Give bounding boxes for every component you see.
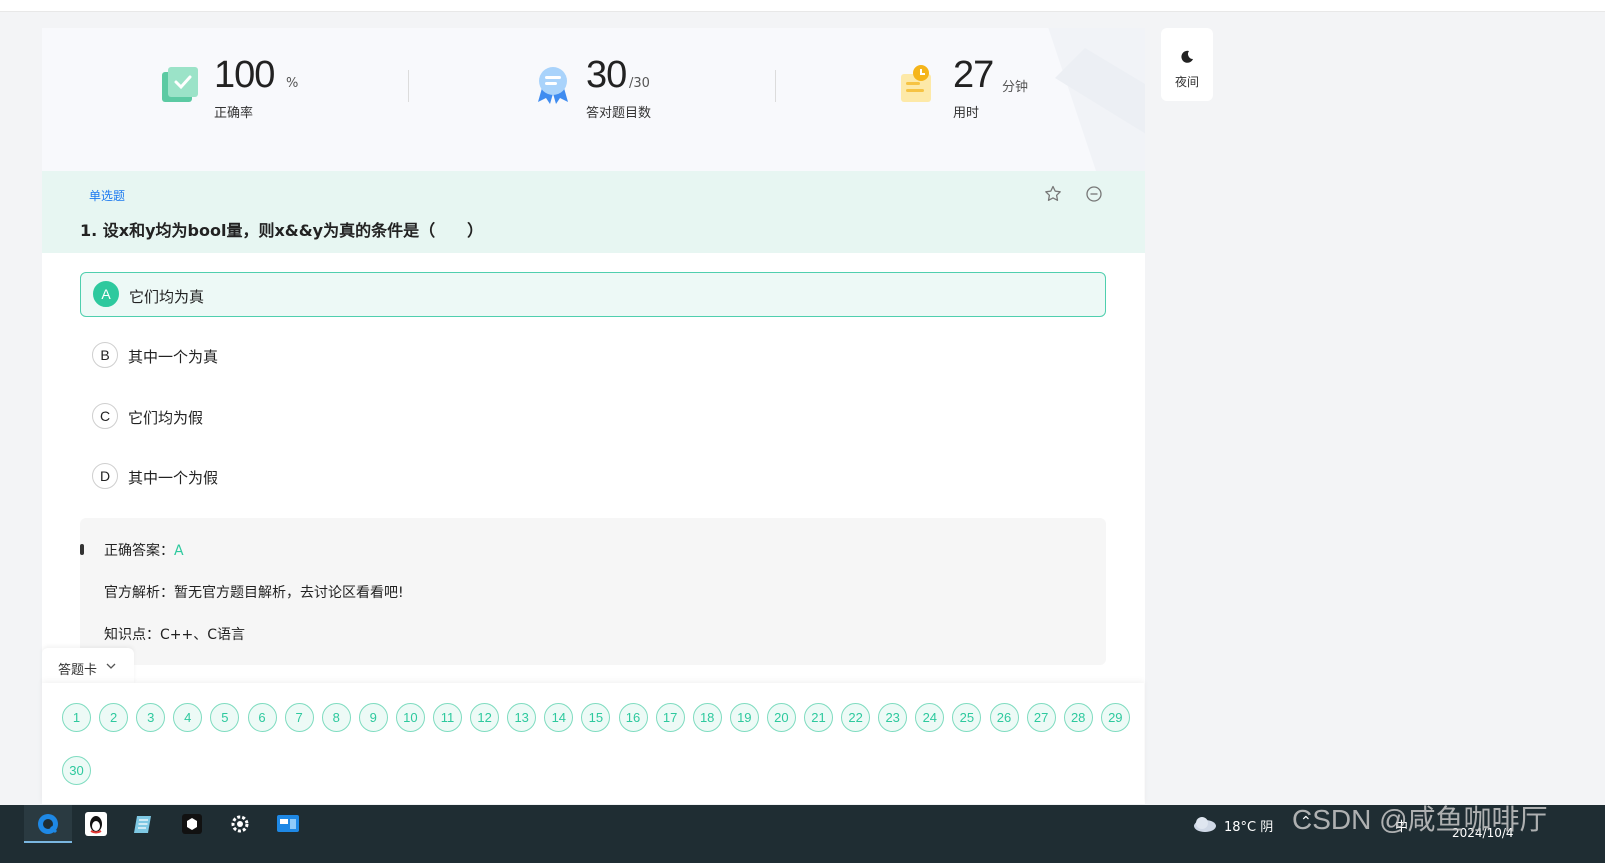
taskbar-settings[interactable]	[216, 805, 264, 843]
question-title: 1. 设x和y均为bool量，则x&&y为真的条件是（ ）	[80, 221, 484, 240]
taskbar-qq[interactable]	[72, 805, 120, 843]
answer-sheet-number[interactable]: 6	[247, 703, 277, 732]
minus-circle-icon[interactable]	[1085, 185, 1103, 203]
taskbar-box-app[interactable]	[168, 805, 216, 843]
option-c[interactable]: C 它们均为假	[80, 394, 1106, 439]
option-text: 它们均为真	[129, 288, 205, 306]
gear-icon	[231, 815, 249, 833]
time-unit: 分钟	[1002, 80, 1029, 95]
check-book-icon	[162, 67, 198, 102]
option-letter: A	[93, 281, 119, 307]
stat-time-used: 27 分钟 用时	[899, 54, 1099, 124]
answer-sheet-number[interactable]: 8	[321, 703, 351, 732]
answer-analysis-panel: 正确答案：A 官方解析：暂无官方题目解析，去讨论区看看吧! 知识点：C++、C语…	[80, 518, 1106, 665]
answer-sheet-number[interactable]: 14	[544, 703, 574, 732]
option-d[interactable]: D 其中一个为假	[80, 454, 1106, 499]
chevron-down-icon	[106, 663, 116, 669]
question-type-tag: 单选题	[89, 189, 126, 203]
answer-sheet-number[interactable]: 19	[729, 703, 759, 732]
window-app-icon	[277, 815, 299, 832]
answer-sheet-number[interactable]: 12	[470, 703, 500, 732]
answer-sheet-number[interactable]: 26	[989, 703, 1019, 732]
clock-folder-icon	[901, 65, 931, 102]
correct-answer-value: A	[174, 543, 184, 559]
time-label: 用时	[953, 106, 980, 121]
weather-text[interactable]: 18°C 阴	[1224, 816, 1273, 835]
answer-sheet-number[interactable]: 1	[62, 703, 91, 732]
correct-answer-label: 正确答案：	[104, 543, 174, 559]
browser-top-strip	[0, 0, 1605, 12]
answer-sheet-number[interactable]: 9	[358, 703, 388, 732]
option-text: 其中一个为假	[128, 469, 219, 487]
night-mode-button[interactable]: 夜间	[1161, 28, 1213, 101]
taskbar-browser[interactable]	[24, 805, 72, 843]
accuracy-unit: %	[286, 76, 299, 91]
answer-sheet-number[interactable]: 3	[136, 703, 166, 732]
accuracy-label: 正确率	[214, 106, 254, 121]
answer-sheet-label: 答题卡	[58, 663, 98, 678]
stat-accuracy: 100 % 正确率	[160, 54, 360, 124]
answer-sheet-number[interactable]: 23	[878, 703, 908, 732]
accuracy-value: 100	[214, 54, 275, 96]
option-text: 其中一个为真	[128, 348, 219, 366]
option-letter: C	[92, 403, 118, 429]
answer-sheet-number[interactable]: 18	[692, 703, 722, 732]
answer-sheet-number[interactable]: 28	[1063, 703, 1093, 732]
knowledge-points: 知识点：C++、C语言	[104, 627, 246, 643]
answer-sheet-number[interactable]: 5	[210, 703, 240, 732]
answer-sheet-number[interactable]: 27	[1026, 703, 1056, 732]
taskbar-notepad[interactable]	[120, 805, 168, 843]
answer-sheet-number[interactable]: 10	[395, 703, 425, 732]
answer-sheet-number[interactable]: 25	[952, 703, 982, 732]
divider	[775, 70, 776, 102]
correct-label: 答对题目数	[586, 106, 652, 121]
option-letter: B	[92, 342, 118, 368]
browser-icon	[38, 814, 58, 834]
taskbar-window-app[interactable]	[264, 805, 312, 843]
night-mode-label: 夜间	[1174, 75, 1199, 89]
stats-banner: 100 % 正确率 30 /30 答对题目数 27 分钟 用时	[42, 28, 1145, 171]
qq-penguin-icon	[85, 812, 107, 836]
stat-correct-count: 30 /30 答对题目数	[532, 54, 732, 124]
answer-sheet-number[interactable]: 7	[284, 703, 314, 732]
correct-unit: /30	[629, 76, 650, 91]
answer-sheet-number[interactable]: 16	[618, 703, 648, 732]
correct-answer-line: 正确答案：A	[104, 540, 184, 560]
option-b[interactable]: B 其中一个为真	[80, 333, 1106, 378]
answer-sheet-number[interactable]: 11	[433, 703, 462, 732]
option-text: 它们均为假	[128, 409, 204, 427]
answer-sheet-toggle[interactable]: 答题卡	[42, 648, 134, 686]
answer-sheet-number[interactable]: 29	[1100, 703, 1130, 732]
answer-sheet-panel: 1 2 3 4 5 6 7 8 9 10 11 12 13 14 15 16 17 18 19 20 21 22 23 24 2…	[42, 683, 1144, 804]
answer-sheet-number[interactable]: 22	[841, 703, 871, 732]
option-letter: D	[92, 463, 118, 489]
official-analysis: 官方解析：暂无官方题目解析，去讨论区看看吧!	[104, 585, 404, 601]
box-app-icon	[182, 814, 202, 834]
award-ribbon-icon	[538, 67, 568, 104]
notepad-icon	[134, 816, 151, 833]
star-icon[interactable]	[1044, 185, 1062, 203]
divider	[408, 70, 409, 102]
cloudy-weather-icon	[1194, 817, 1216, 832]
answer-sheet-number[interactable]: 17	[655, 703, 685, 732]
csdn-watermark: CSDN @咸鱼咖啡厅	[1292, 804, 1548, 835]
answer-sheet-number[interactable]: 30	[62, 756, 91, 785]
answer-sheet-number[interactable]: 21	[804, 703, 833, 732]
option-a[interactable]: A 它们均为真	[80, 272, 1106, 317]
time-value: 27	[953, 54, 994, 96]
answer-sheet-number[interactable]: 15	[581, 703, 611, 732]
answer-sheet-number[interactable]: 4	[173, 703, 203, 732]
answer-sheet-number[interactable]: 13	[507, 703, 537, 732]
moon-icon	[1181, 50, 1193, 63]
correct-value: 30	[586, 54, 627, 96]
panel-marker	[80, 544, 84, 555]
answer-sheet-number[interactable]: 20	[766, 703, 796, 732]
answer-sheet-number[interactable]: 24	[915, 703, 945, 732]
answer-sheet-number[interactable]: 2	[99, 703, 129, 732]
question-header: 单选题 1. 设x和y均为bool量，则x&&y为真的条件是（ ）	[42, 171, 1145, 253]
